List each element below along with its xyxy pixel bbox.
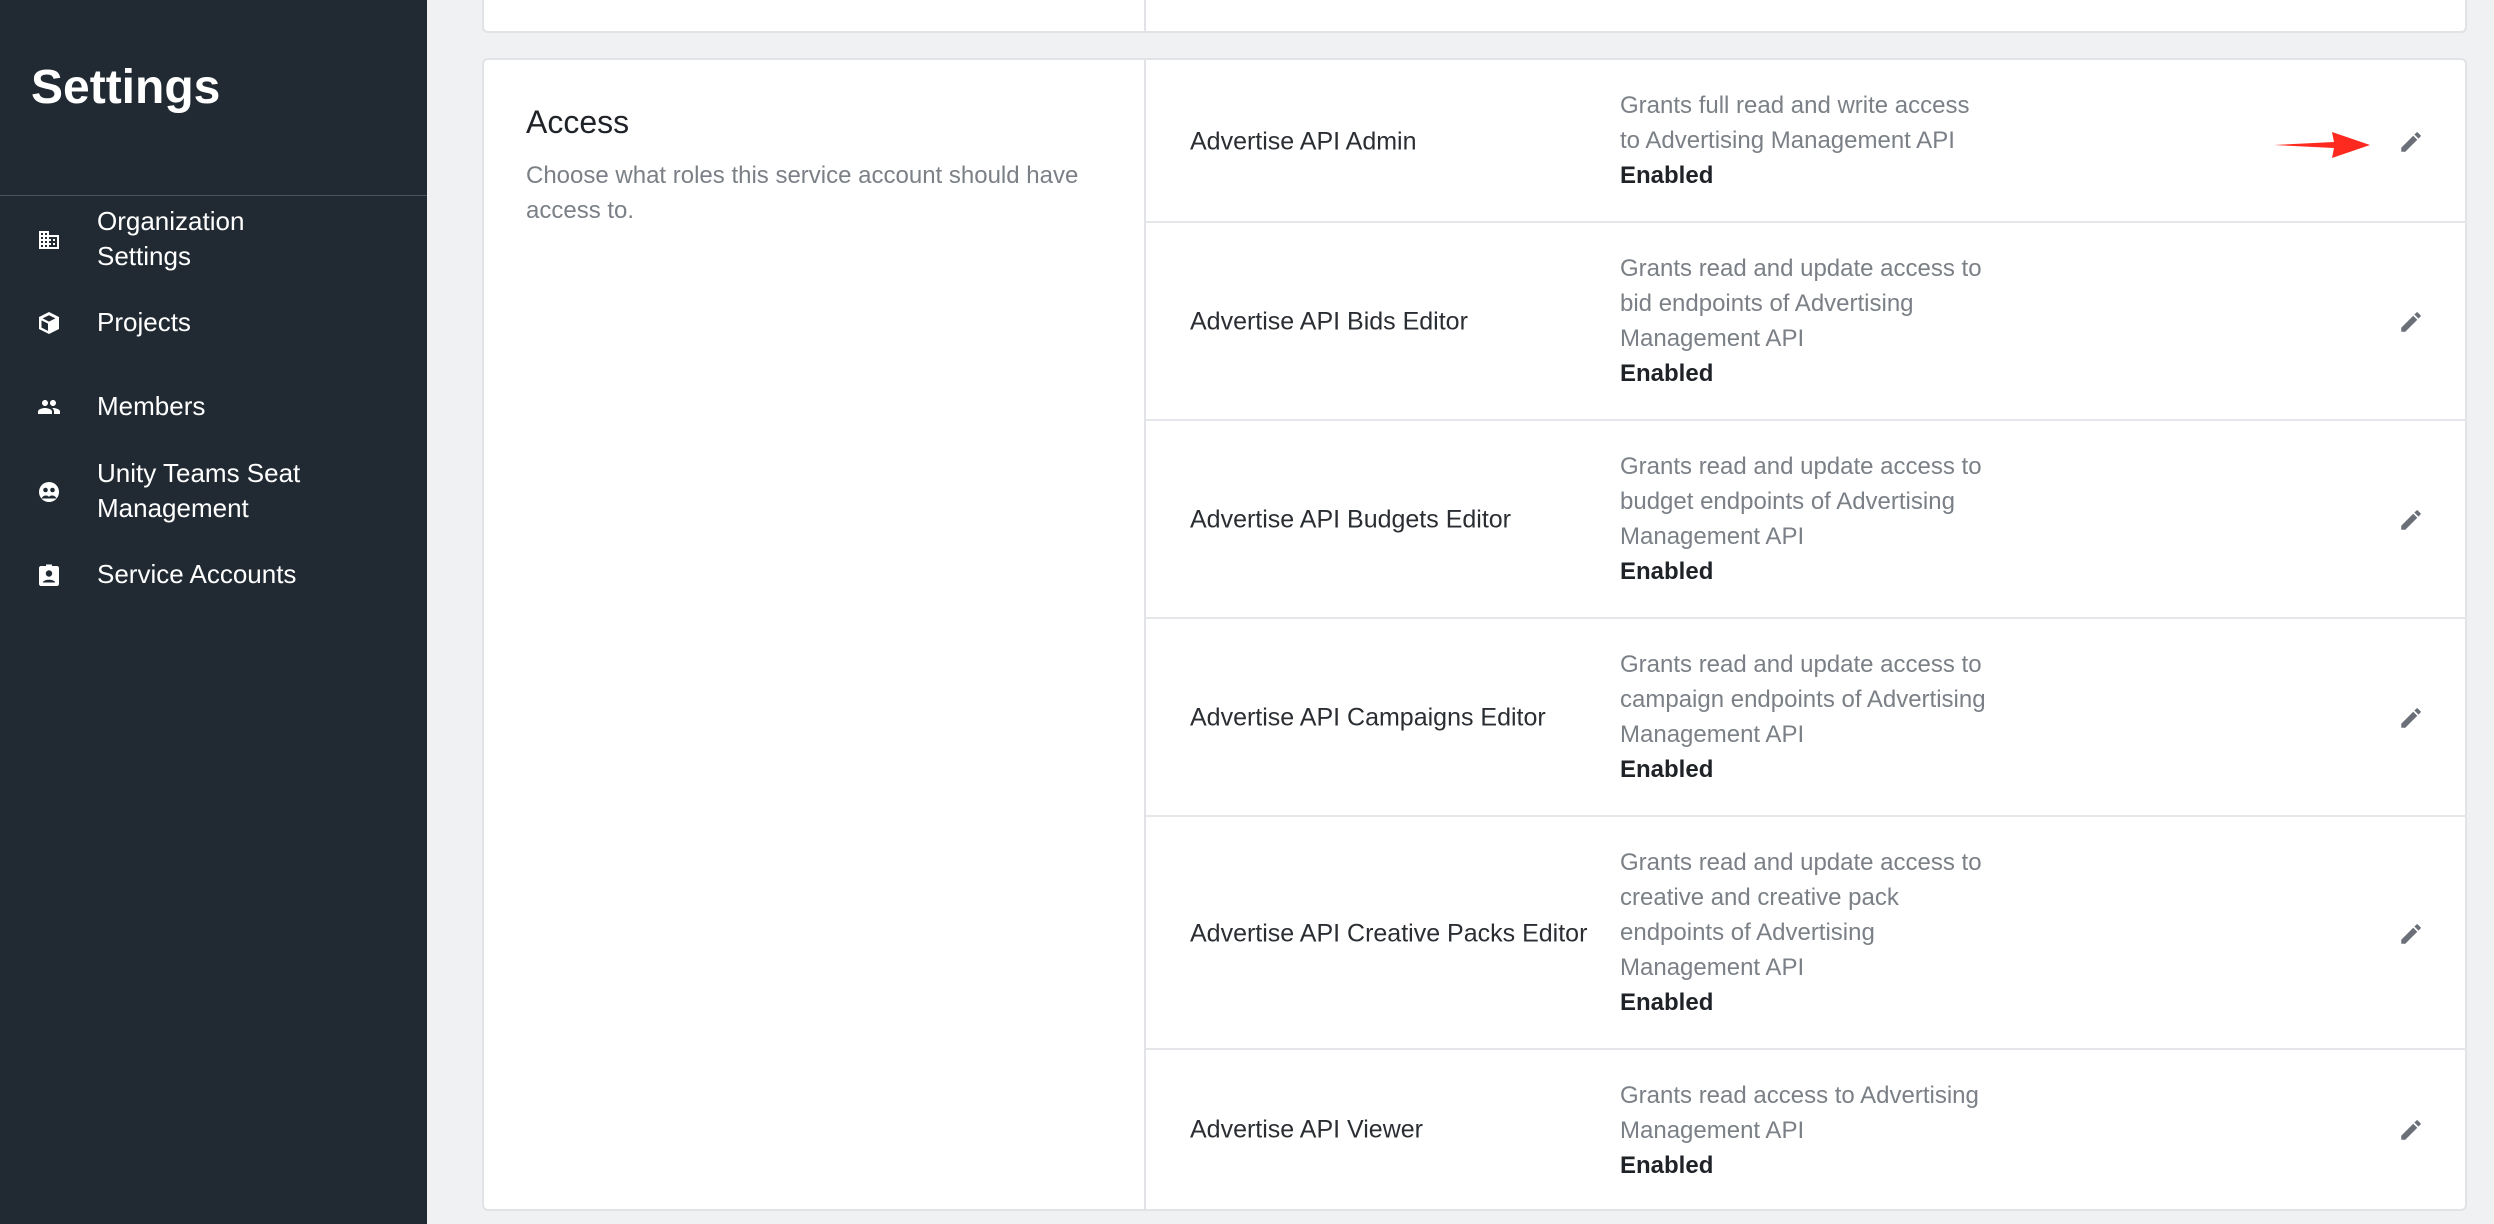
card-divider [1144, 0, 1146, 33]
role-description: Grants read access to Advertising Manage… [1620, 1082, 1979, 1144]
role-name: Advertise API Creative Packs Editor [1190, 919, 1588, 948]
roles-list: Advertise API Admin Grants full read and… [1144, 60, 2467, 1209]
role-description: Grants read and update access to creativ… [1620, 849, 1982, 981]
pencil-icon [2401, 312, 2421, 332]
role-row-creative-packs-editor: Advertise API Creative Packs Editor Gran… [1146, 817, 2467, 1050]
role-status: Enabled [1620, 989, 1714, 1016]
role-status: Enabled [1620, 756, 1714, 783]
sidebar-item-unity-teams-seat-management[interactable]: Unity Teams Seat Management [0, 456, 427, 528]
sidebar-item-organization-settings[interactable]: Organization Settings [0, 204, 427, 276]
access-card: Access Choose what roles this service ac… [482, 58, 2467, 1211]
pencil-icon [2401, 924, 2421, 944]
role-status: Enabled [1620, 162, 1714, 189]
pencil-icon [2401, 1120, 2421, 1140]
role-name: Advertise API Bids Editor [1190, 307, 1468, 336]
role-name: Advertise API Budgets Editor [1190, 505, 1512, 534]
edit-role-button[interactable] [2394, 503, 2428, 537]
pencil-icon [2401, 132, 2421, 152]
role-info: Grants read access to Advertising Manage… [1620, 1078, 2060, 1183]
sidebar-item-members[interactable]: Members [0, 389, 427, 425]
pencil-icon [2401, 708, 2421, 728]
role-info: Grants read and update access to budget … [1620, 449, 2060, 589]
role-row-viewer: Advertise API Viewer Grants read access … [1146, 1050, 2467, 1209]
role-row-budgets-editor: Advertise API Budgets Editor Grants read… [1146, 421, 2467, 619]
role-description: Grants read and update access to bid end… [1620, 255, 1982, 352]
edit-role-button[interactable] [2394, 1113, 2428, 1147]
building-icon [34, 225, 64, 255]
sidebar-item-projects[interactable]: Projects [0, 305, 427, 341]
sidebar: Settings Organization Settings Projects … [0, 0, 427, 1224]
edit-role-button[interactable] [2394, 125, 2428, 159]
annotation-arrow-icon [2274, 132, 2370, 158]
role-name: Advertise API Campaigns Editor [1190, 703, 1546, 732]
sidebar-item-label: Unity Teams Seat Management [97, 458, 301, 523]
edit-role-button[interactable] [2394, 305, 2428, 339]
role-status: Enabled [1620, 360, 1714, 387]
sidebar-item-label: Organization Settings [97, 206, 245, 271]
role-status: Enabled [1620, 1152, 1714, 1179]
role-row-bids-editor: Advertise API Bids Editor Grants read an… [1146, 223, 2467, 421]
sidebar-title: Settings [31, 61, 221, 114]
role-info: Grants full read and write access to Adv… [1620, 88, 2060, 193]
role-name: Advertise API Viewer [1190, 1115, 1423, 1144]
cube-icon [34, 308, 64, 338]
sidebar-item-label: Service Accounts [97, 559, 297, 589]
badge-icon [34, 560, 64, 590]
access-description: Choose what roles this service account s… [526, 162, 1079, 224]
role-name: Advertise API Admin [1190, 127, 1417, 156]
role-description: Grants full read and write access to Adv… [1620, 92, 1970, 154]
role-description: Grants read and update access to budget … [1620, 453, 1982, 550]
sidebar-item-service-accounts[interactable]: Service Accounts [0, 557, 427, 593]
people-icon [34, 392, 64, 422]
role-info: Grants read and update access to bid end… [1620, 251, 2060, 391]
pencil-icon [2401, 510, 2421, 530]
role-row-campaigns-editor: Advertise API Campaigns Editor Grants re… [1146, 619, 2467, 817]
access-title: Access [526, 104, 630, 140]
sidebar-item-label: Projects [97, 307, 191, 337]
sidebar-item-label: Members [97, 391, 206, 421]
teams-icon [34, 477, 64, 507]
role-info: Grants read and update access to campaig… [1620, 647, 2060, 787]
edit-role-button[interactable] [2394, 917, 2428, 951]
sidebar-divider [0, 195, 427, 196]
role-row-admin: Advertise API Admin Grants full read and… [1146, 60, 2467, 223]
edit-role-button[interactable] [2394, 701, 2428, 735]
role-info: Grants read and update access to creativ… [1620, 845, 2060, 1020]
role-status: Enabled [1620, 558, 1714, 585]
previous-section-card [482, 0, 2467, 33]
role-description: Grants read and update access to campaig… [1620, 651, 1986, 748]
